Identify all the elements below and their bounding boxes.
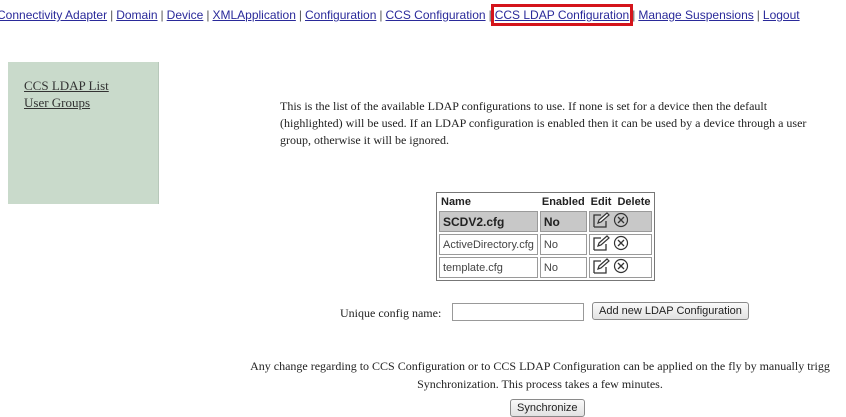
table-header-row: Name Enabled Edit Delete [439,195,652,209]
edit-icon[interactable] [592,235,610,254]
sidebar-link-ccs-ldap-list[interactable]: CCS LDAP List [24,78,109,94]
intro-text: This is the list of the available LDAP c… [280,99,807,147]
config-name-input[interactable] [452,303,584,321]
nav-link-logout[interactable]: Logout [763,8,800,22]
synchronize-button[interactable]: Synchronize [510,399,585,417]
delete-icon[interactable] [613,212,629,231]
nav-link-domain[interactable]: Domain [116,8,157,22]
nav-separator: | [756,8,760,22]
actions-cell [588,211,653,232]
nav-link-ccs-configuration[interactable]: CCS Configuration [386,8,486,22]
config-name-cell: SCDV2.cfg [439,211,538,232]
column-header-delete: Delete [617,196,651,208]
config-name-cell: template.cfg [439,257,538,278]
nav-link-xmlapplication[interactable]: XMLApplication [212,8,295,22]
nav-link-ccs-ldap-configuration[interactable]: CCS LDAP Configuration [490,4,634,26]
nav-separator: | [379,8,383,22]
config-enabled-cell: No [539,234,587,255]
delete-icon[interactable] [613,235,629,254]
column-header-name: Name [441,196,471,208]
sync-note-line2: Synchronization. This process takes a fe… [417,377,663,391]
delete-icon[interactable] [613,258,629,277]
ldap-config-table: Name Enabled Edit Delete SCDV2.cfg No Act… [435,192,656,281]
sidebar: CCS LDAP List User Groups [8,62,159,204]
table-row: SCDV2.cfg No [439,211,653,232]
sidebar-link-user-groups[interactable]: User Groups [24,95,90,111]
table-row: template.cfg No [439,257,653,278]
config-enabled-cell: No [539,211,587,232]
top-navigation: Connectivity Adapter | Domain | Device | XMLAp… [0,0,846,28]
config-name-cell: ActiveDirectory.cfg [439,234,538,255]
nav-separator: | [160,8,164,22]
actions-cell [588,234,653,255]
nav-separator: | [488,8,492,22]
nav-link-device[interactable]: Device [167,8,204,22]
nav-link-connectivity-adapter[interactable]: Connectivity Adapter [0,8,107,22]
nav-separator: | [632,8,636,22]
column-header-edit: Edit [590,196,612,208]
table-row: ActiveDirectory.cfg No [439,234,653,255]
column-header-enabled: Enabled [541,196,585,208]
edit-icon[interactable] [592,258,610,277]
edit-icon[interactable] [592,212,610,231]
config-name-label: Unique config name: [340,306,442,320]
config-enabled-cell: No [539,257,587,278]
sync-note: Any change regarding to CCS Configuratio… [210,357,846,393]
nav-link-manage-suspensions[interactable]: Manage Suspensions [638,8,753,22]
sync-note-line1: Any change regarding to CCS Configuratio… [250,359,830,373]
nav-separator: | [110,8,114,22]
nav-link-configuration[interactable]: Configuration [305,8,376,22]
add-ldap-config-button[interactable]: Add new LDAP Configuration [592,302,749,320]
nav-separator: | [298,8,302,22]
actions-cell [588,257,653,278]
